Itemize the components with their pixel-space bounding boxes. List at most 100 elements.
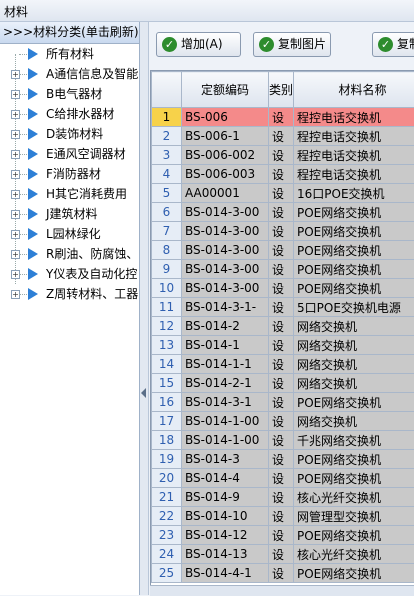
- tree-item-e[interactable]: + E通风空调器材: [0, 144, 139, 164]
- panel-splitter[interactable]: [140, 22, 149, 595]
- material-name-cell[interactable]: POE网络交换机: [294, 393, 414, 412]
- category-cell[interactable]: 设: [269, 412, 294, 431]
- category-cell[interactable]: 设: [269, 165, 294, 184]
- tree-item-h[interactable]: + H其它消耗费用: [0, 184, 139, 204]
- code-cell[interactable]: BS-006-1: [182, 127, 269, 146]
- row-number-cell[interactable]: 13: [152, 336, 182, 355]
- category-cell[interactable]: 设: [269, 260, 294, 279]
- category-cell[interactable]: 设: [269, 184, 294, 203]
- row-number-cell[interactable]: 1: [152, 108, 182, 127]
- row-number-cell[interactable]: 8: [152, 241, 182, 260]
- table-row[interactable]: 24BS-014-13设核心光纤交换机: [152, 545, 414, 564]
- code-cell[interactable]: BS-014-2: [182, 317, 269, 336]
- tree-item-all[interactable]: 所有材料: [0, 44, 139, 64]
- table-row[interactable]: 14BS-014-1-1设网络交换机: [152, 355, 414, 374]
- category-cell[interactable]: 设: [269, 222, 294, 241]
- table-row[interactable]: 19BS-014-3设POE网络交换机: [152, 450, 414, 469]
- tree-item-c[interactable]: + C给排水器材: [0, 104, 139, 124]
- table-row[interactable]: 3BS-006-002设程控电话交换机: [152, 146, 414, 165]
- category-cell[interactable]: 设: [269, 317, 294, 336]
- category-cell[interactable]: 设: [269, 336, 294, 355]
- material-name-cell[interactable]: POE网络交换机: [294, 526, 414, 545]
- row-number-cell[interactable]: 12: [152, 317, 182, 336]
- table-row[interactable]: 22BS-014-10设网管理型交换机: [152, 507, 414, 526]
- code-cell[interactable]: BS-014-3-00: [182, 222, 269, 241]
- material-name-cell[interactable]: 5口POE交换机电源: [294, 298, 414, 317]
- table-row[interactable]: 9BS-014-3-00设POE网络交换机: [152, 260, 414, 279]
- row-number-cell[interactable]: 16: [152, 393, 182, 412]
- copy-button[interactable]: ✓ 复制: [372, 32, 414, 57]
- table-row[interactable]: 16BS-014-3-1设POE网络交换机: [152, 393, 414, 412]
- category-cell[interactable]: 设: [269, 469, 294, 488]
- code-cell[interactable]: BS-014-2-1: [182, 374, 269, 393]
- material-name-cell[interactable]: POE网络交换机: [294, 241, 414, 260]
- table-row[interactable]: 10BS-014-3-00设POE网络交换机: [152, 279, 414, 298]
- material-name-cell[interactable]: 网管理型交换机: [294, 507, 414, 526]
- row-number-cell[interactable]: 5: [152, 184, 182, 203]
- column-header-material-name[interactable]: 材料名称: [294, 72, 414, 108]
- code-cell[interactable]: BS-006-002: [182, 146, 269, 165]
- category-cell[interactable]: 设: [269, 526, 294, 545]
- table-row[interactable]: 1BS-006设程控电话交换机: [152, 108, 414, 127]
- column-header-code[interactable]: 定额编码: [182, 72, 269, 108]
- category-cell[interactable]: 设: [269, 564, 294, 583]
- code-cell[interactable]: BS-014-3: [182, 450, 269, 469]
- code-cell[interactable]: BS-014-3-00: [182, 260, 269, 279]
- row-number-cell[interactable]: 20: [152, 469, 182, 488]
- row-number-cell[interactable]: 6: [152, 203, 182, 222]
- code-cell[interactable]: BS-014-1: [182, 336, 269, 355]
- category-cell[interactable]: 设: [269, 108, 294, 127]
- category-cell[interactable]: 设: [269, 507, 294, 526]
- category-cell[interactable]: 设: [269, 127, 294, 146]
- tree-item-l[interactable]: + L园林绿化: [0, 224, 139, 244]
- material-name-cell[interactable]: 16口POE交换机: [294, 184, 414, 203]
- row-number-cell[interactable]: 14: [152, 355, 182, 374]
- row-number-cell[interactable]: 10: [152, 279, 182, 298]
- row-number-cell[interactable]: 21: [152, 488, 182, 507]
- code-cell[interactable]: BS-014-9: [182, 488, 269, 507]
- row-number-cell[interactable]: 9: [152, 260, 182, 279]
- category-cell[interactable]: 设: [269, 545, 294, 564]
- category-cell[interactable]: 设: [269, 355, 294, 374]
- tree-item-y[interactable]: + Y仪表及自动化控: [0, 264, 139, 284]
- material-name-cell[interactable]: 程控电话交换机: [294, 108, 414, 127]
- material-name-cell[interactable]: 千兆网络交换机: [294, 431, 414, 450]
- category-cell[interactable]: 设: [269, 298, 294, 317]
- code-cell[interactable]: BS-014-3-00: [182, 203, 269, 222]
- code-cell[interactable]: BS-014-13: [182, 545, 269, 564]
- tree-item-a[interactable]: + A通信信息及智能: [0, 64, 139, 84]
- code-cell[interactable]: BS-014-4-1: [182, 564, 269, 583]
- table-row[interactable]: 18BS-014-1-00设千兆网络交换机: [152, 431, 414, 450]
- material-name-cell[interactable]: 程控电话交换机: [294, 127, 414, 146]
- material-name-cell[interactable]: 网络交换机: [294, 355, 414, 374]
- material-name-cell[interactable]: 网络交换机: [294, 317, 414, 336]
- row-number-cell[interactable]: 25: [152, 564, 182, 583]
- table-row[interactable]: 17BS-014-1-00设网络交换机: [152, 412, 414, 431]
- code-cell[interactable]: BS-006: [182, 108, 269, 127]
- row-number-cell[interactable]: 2: [152, 127, 182, 146]
- row-number-cell[interactable]: 11: [152, 298, 182, 317]
- category-cell[interactable]: 设: [269, 431, 294, 450]
- material-name-cell[interactable]: 网络交换机: [294, 336, 414, 355]
- tree-item-f[interactable]: + F消防器材: [0, 164, 139, 184]
- row-number-cell[interactable]: 18: [152, 431, 182, 450]
- category-cell[interactable]: 设: [269, 241, 294, 260]
- material-name-cell[interactable]: POE网络交换机: [294, 469, 414, 488]
- material-name-cell[interactable]: POE网络交换机: [294, 450, 414, 469]
- tree-item-j[interactable]: + J建筑材料: [0, 204, 139, 224]
- material-name-cell[interactable]: POE网络交换机: [294, 203, 414, 222]
- row-number-cell[interactable]: 4: [152, 165, 182, 184]
- table-row[interactable]: 25BS-014-4-1设POE网络交换机: [152, 564, 414, 583]
- row-number-cell[interactable]: 17: [152, 412, 182, 431]
- table-row[interactable]: 2BS-006-1设程控电话交换机: [152, 127, 414, 146]
- table-row[interactable]: 8BS-014-3-00设POE网络交换机: [152, 241, 414, 260]
- material-name-cell[interactable]: 网络交换机: [294, 412, 414, 431]
- table-row[interactable]: 23BS-014-12设POE网络交换机: [152, 526, 414, 545]
- row-number-cell[interactable]: 24: [152, 545, 182, 564]
- category-cell[interactable]: 设: [269, 374, 294, 393]
- code-cell[interactable]: AA00001: [182, 184, 269, 203]
- table-row[interactable]: 21BS-014-9设核心光纤交换机: [152, 488, 414, 507]
- category-cell[interactable]: 设: [269, 488, 294, 507]
- column-header-category[interactable]: 类别: [269, 72, 294, 108]
- tree-item-b[interactable]: + B电气器材: [0, 84, 139, 104]
